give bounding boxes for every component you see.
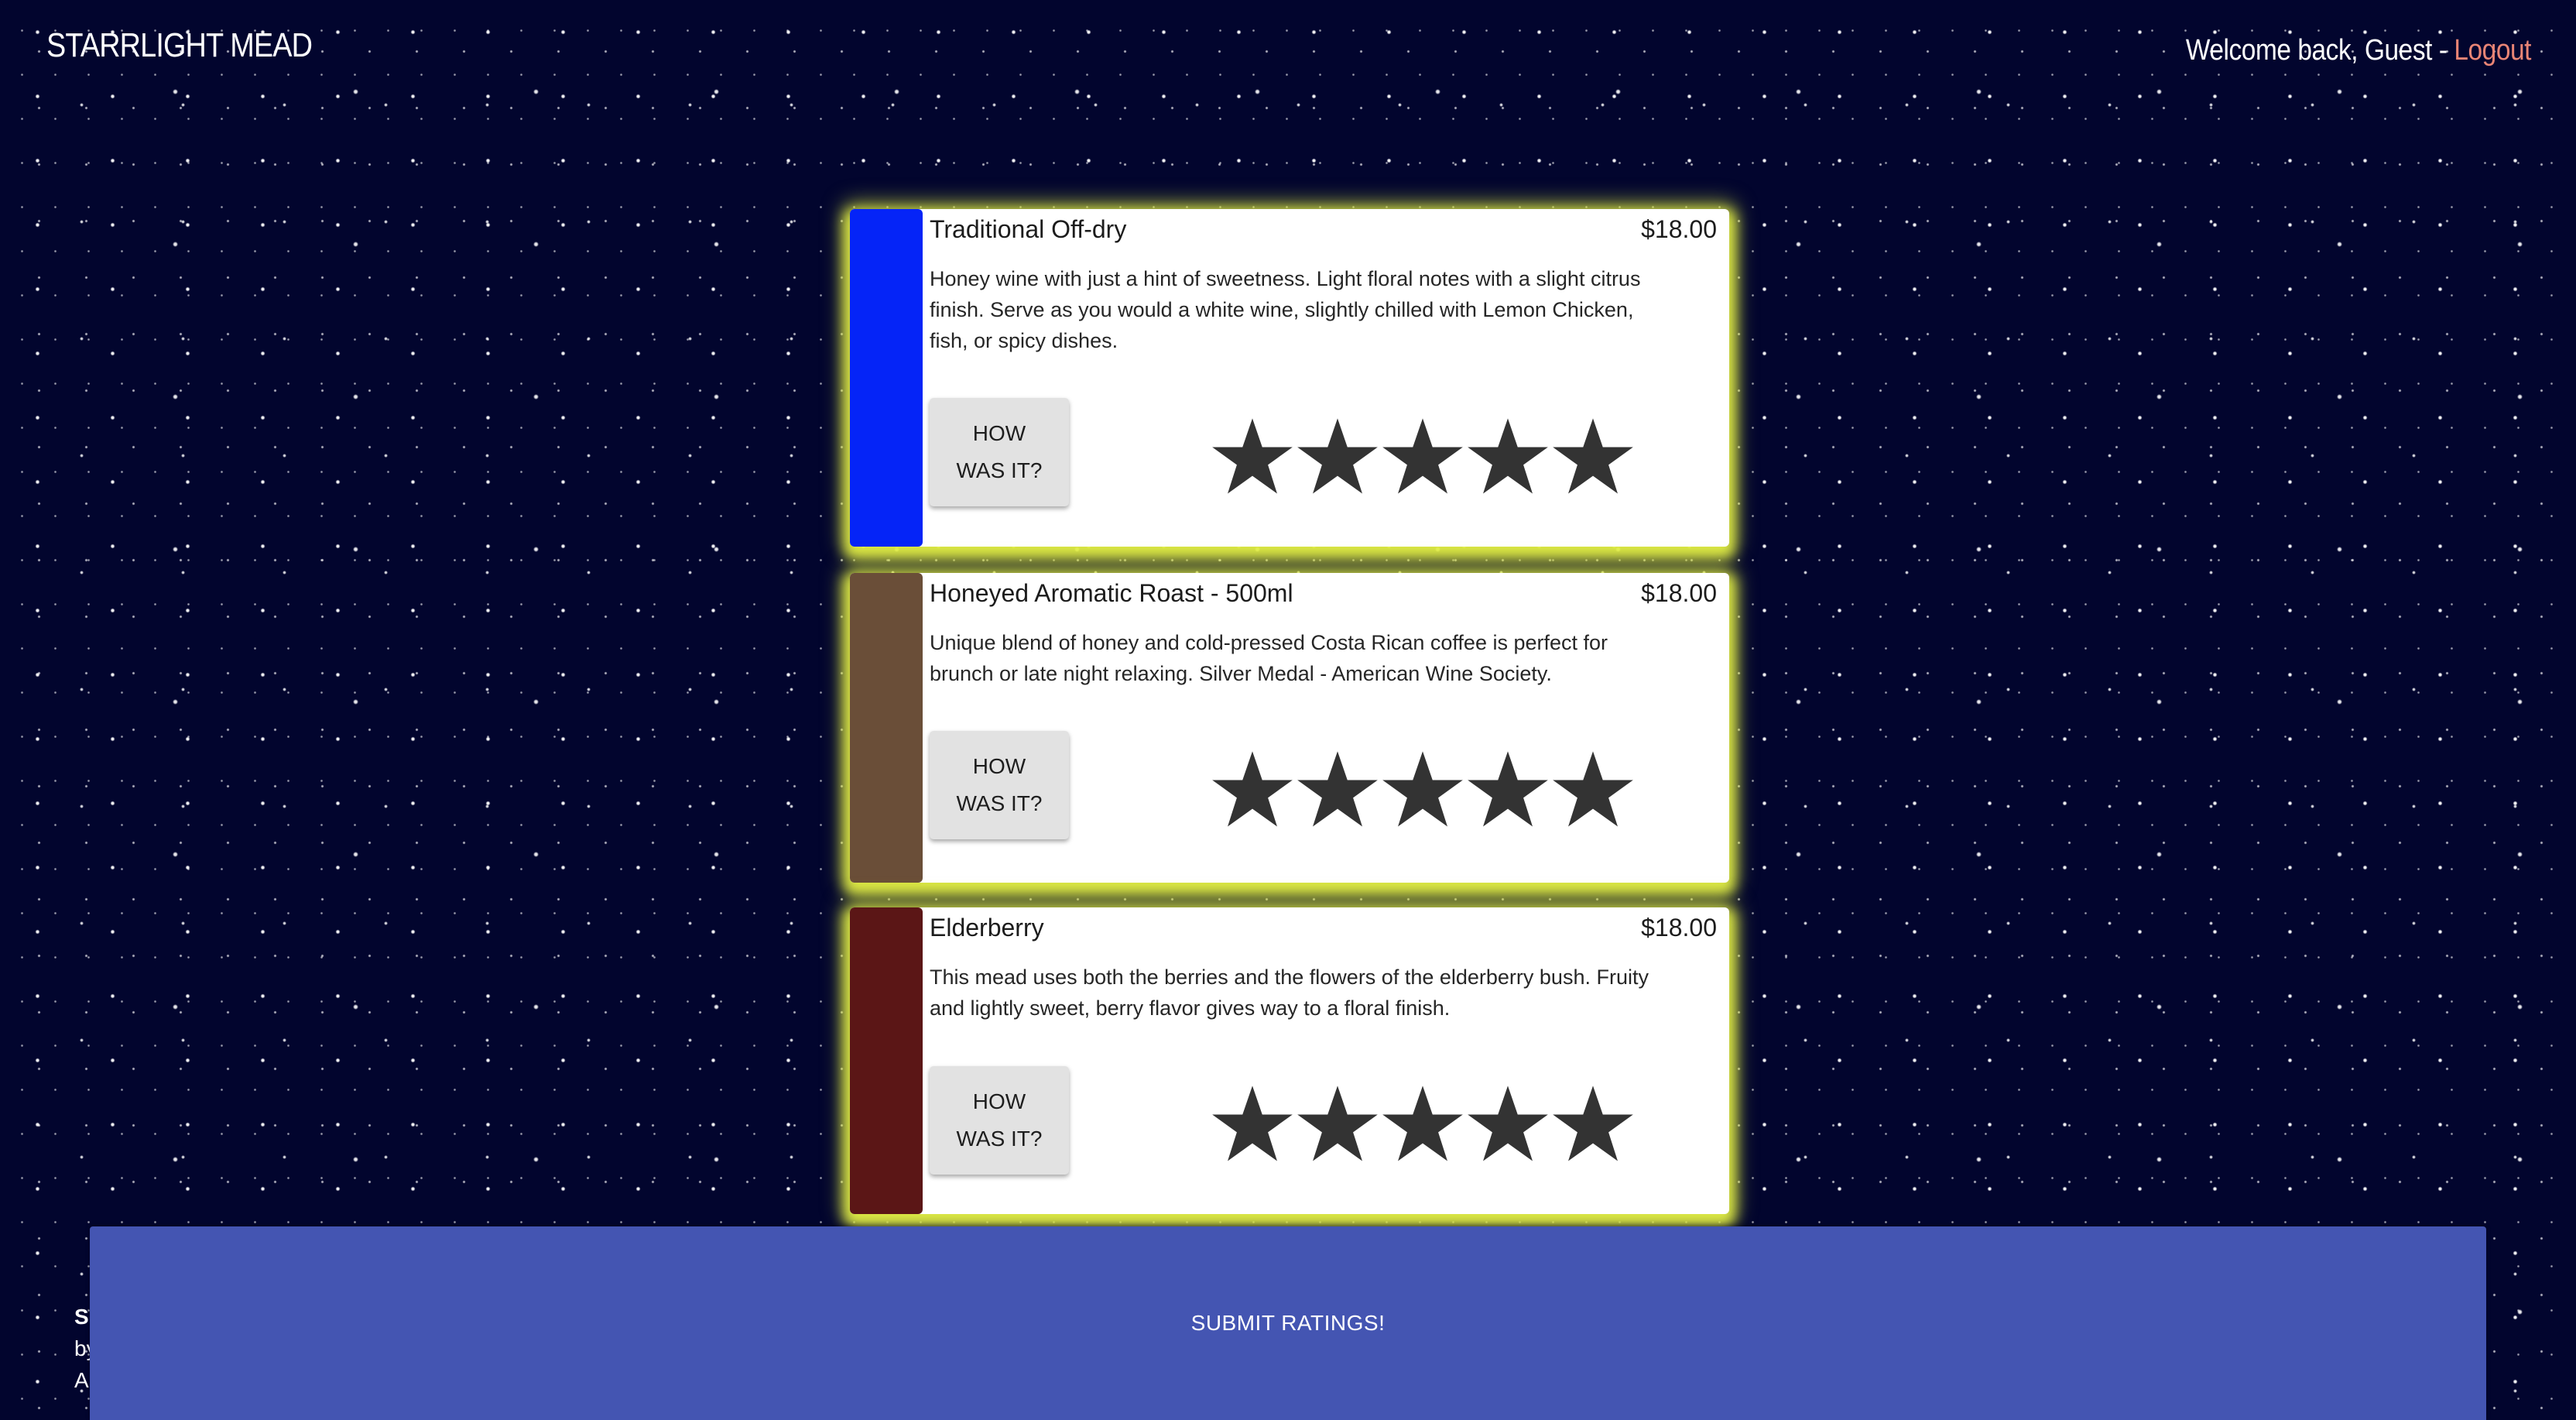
logout-link[interactable]: Logout (2454, 34, 2531, 67)
product-price: $18.00 (1641, 215, 1717, 243)
submit-ratings-button[interactable]: SUBMIT RATINGS! (90, 1226, 2486, 1420)
star-icon[interactable] (1296, 1080, 1379, 1168)
product-price: $18.00 (1641, 579, 1717, 607)
star-rating (1211, 413, 1635, 501)
star-icon[interactable] (1381, 1080, 1464, 1168)
product-card: Elderberry $18.00 This mead uses both th… (850, 907, 1729, 1214)
product-description: Honey wine with just a hint of sweetness… (930, 267, 1641, 352)
star-icon[interactable] (1466, 413, 1550, 501)
star-icon[interactable] (1551, 1080, 1635, 1168)
product-name: Honeyed Aromatic Roast - 500ml (930, 579, 1293, 607)
star-icon[interactable] (1296, 746, 1379, 834)
star-icon[interactable] (1381, 746, 1464, 834)
star-icon[interactable] (1211, 413, 1294, 501)
welcome-message: Welcome back, Guest - Logout (2185, 34, 2532, 67)
star-icon[interactable] (1551, 746, 1635, 834)
star-icon[interactable] (1211, 1080, 1294, 1168)
product-description: This mead uses both the berries and the … (930, 966, 1649, 1020)
star-icon[interactable] (1551, 413, 1635, 501)
product-color-swatch (850, 907, 923, 1214)
welcome-text: Welcome back, Guest - (2185, 34, 2454, 67)
product-price: $18.00 (1641, 914, 1717, 942)
star-rating (1211, 1080, 1635, 1168)
how-was-it-button[interactable]: HOW WAS IT? (930, 1066, 1069, 1175)
star-rating (1211, 746, 1635, 834)
how-was-it-button[interactable]: HOW WAS IT? (930, 731, 1069, 839)
brand-title[interactable]: STARRLIGHT MEAD (46, 26, 313, 65)
product-description: Unique blend of honey and cold-pressed C… (930, 631, 1608, 685)
product-card: Traditional Off-dry $18.00 Honey wine wi… (850, 209, 1729, 547)
star-icon[interactable] (1296, 413, 1379, 501)
top-bar: STARRLIGHT MEAD Welcome back, Guest - Lo… (0, 0, 2576, 101)
star-icon[interactable] (1466, 1080, 1550, 1168)
star-icon[interactable] (1466, 746, 1550, 834)
product-name: Elderberry (930, 914, 1044, 942)
star-icon[interactable] (1211, 746, 1294, 834)
product-color-swatch (850, 573, 923, 883)
product-card: Honeyed Aromatic Roast - 500ml $18.00 Un… (850, 573, 1729, 883)
how-was-it-button[interactable]: HOW WAS IT? (930, 398, 1069, 506)
star-icon[interactable] (1381, 413, 1464, 501)
product-name: Traditional Off-dry (930, 215, 1127, 243)
product-color-swatch (850, 209, 923, 547)
